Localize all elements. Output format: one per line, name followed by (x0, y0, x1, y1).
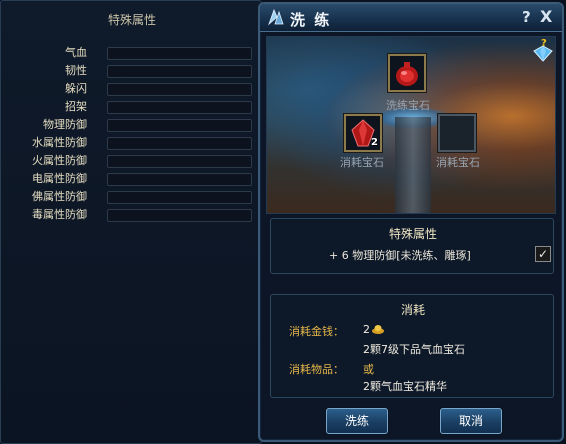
attr-label: 毒属性防御 (32, 208, 87, 221)
attr-row-dodge: 躲闪 (1, 82, 263, 96)
attr-bar (107, 209, 252, 222)
item-label: 消耗物品： (289, 363, 344, 376)
attr-row-physical-defense: 物理防御 (1, 118, 263, 132)
attr-bar (107, 119, 252, 132)
attr-row-toughness: 韧性 (1, 64, 263, 78)
cost-title: 消耗 (400, 303, 425, 317)
refine-gem-caption: 洗练宝石 (386, 99, 430, 112)
attr-bar (107, 101, 252, 114)
gem-help-icon[interactable]: ? (532, 38, 554, 62)
refine-button[interactable]: 洗练 (326, 408, 388, 434)
attribute-line: + 6 物理防御[未洗练、雕琢] (329, 249, 471, 262)
attr-label: 水属性防御 (32, 136, 87, 149)
attr-row-lightning-defense: 电属性防御 (1, 172, 263, 186)
attr-label: 气血 (65, 46, 87, 59)
window-titlebar[interactable]: 洗 练 ? X (260, 4, 562, 32)
attr-bar (107, 47, 252, 60)
attr-label: 物理防御 (43, 118, 87, 131)
cancel-button[interactable]: 取消 (440, 408, 502, 434)
attr-bar (107, 137, 252, 150)
attr-label: 韧性 (65, 64, 87, 77)
special-attribute-box: 特殊属性 + 6 物理防御[未洗练、雕琢] ✓ (270, 218, 554, 274)
attr-label: 招架 (65, 100, 87, 113)
money-label: 消耗金钱： (289, 325, 344, 338)
close-button[interactable]: X (540, 7, 552, 26)
attr-label: 佛属性防御 (32, 190, 87, 203)
attr-bar (107, 65, 252, 78)
attr-row-water-defense: 水属性防御 (1, 136, 263, 150)
attr-row-hp: 气血 (1, 46, 263, 60)
attr-label: 躲闪 (65, 82, 87, 95)
attr-label: 火属性防御 (32, 154, 87, 167)
gold-ingot-icon (372, 325, 384, 334)
consume-gem-caption: 消耗宝石 (340, 156, 384, 169)
crystal-icon (268, 8, 284, 26)
attr-row-buddha-defense: 佛属性防御 (1, 190, 263, 204)
window-title: 洗 练 (290, 11, 332, 29)
attr-row-poison-defense: 毒属性防御 (1, 208, 263, 222)
attr-bar (107, 155, 252, 168)
attr-bar (107, 173, 252, 186)
panel-title: 特殊属性 (107, 13, 156, 27)
attribute-checkbox[interactable]: ✓ (535, 246, 551, 262)
hp-gem-icon (396, 62, 418, 86)
attr-row-fire-defense: 火属性防御 (1, 154, 263, 168)
cost-option-1: 2颗7级下品气血宝石 (363, 343, 465, 356)
help-button[interactable]: ? (522, 8, 531, 26)
gem-count: 2 (371, 137, 378, 148)
svg-text:?: ? (541, 38, 547, 49)
consume-gem-slot[interactable]: 2 (344, 114, 382, 152)
refine-gem-slot[interactable] (388, 54, 426, 92)
altar-pillar (395, 117, 431, 213)
special-attributes-panel: 特殊属性 气血 韧性 躲闪 招架 物理防御 水属性防御 火属性防御 电属性防御 … (0, 0, 262, 444)
cost-option-2: 2颗气血宝石精华 (363, 380, 447, 393)
money-value: 2 (363, 323, 370, 336)
cost-box: 消耗 消耗金钱： 2 2颗7级下品气血宝石 消耗物品： 或 2颗气血宝石精华 (270, 294, 554, 398)
attr-row-parry: 招架 (1, 100, 263, 114)
attr-label: 电属性防御 (32, 172, 87, 185)
or-text: 或 (363, 363, 374, 376)
attr-bar (107, 83, 252, 96)
empty-gem-caption: 消耗宝石 (436, 156, 480, 169)
attr-bar (107, 191, 252, 204)
special-attribute-title: 特殊属性 (388, 227, 437, 241)
empty-gem-slot[interactable] (438, 114, 476, 152)
refine-window: 洗 练 ? X ? 洗练宝石 2 消耗宝石 消耗宝石 特殊属性 + 6 物理防御… (258, 2, 564, 442)
